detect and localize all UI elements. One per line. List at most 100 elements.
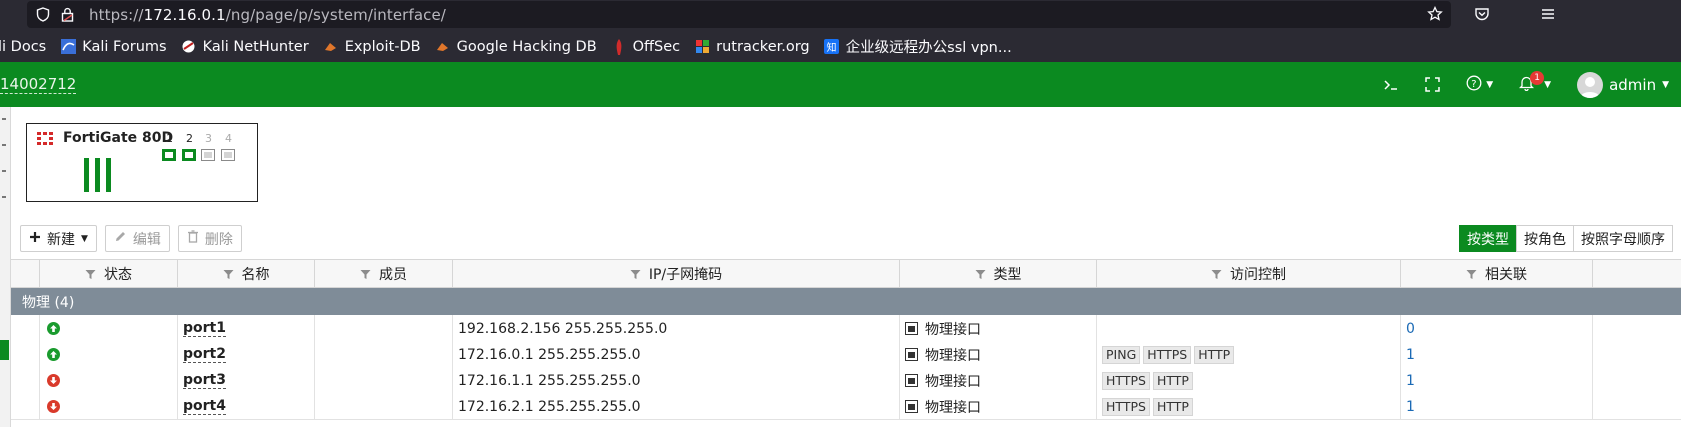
name-cell: port4 (177, 393, 314, 420)
ghdb-icon (435, 39, 451, 55)
svg-text:知: 知 (827, 41, 837, 54)
bookmark-kali-forums[interactable]: Kali Forums (60, 39, 167, 55)
port2-icon[interactable] (182, 149, 196, 161)
left-nav-collapsed[interactable] (0, 107, 11, 427)
status-cell (39, 341, 177, 368)
username: admin (1609, 75, 1657, 94)
table-row[interactable]: port3 172.16.1.1 255.255.255.0 物理接口 HTTPS HT… (11, 367, 1681, 394)
filter-icon[interactable] (630, 268, 641, 279)
delete-button[interactable]: 删除 (177, 225, 242, 252)
column-header-members[interactable]: 成员 (314, 260, 452, 287)
cli-console-icon[interactable] (1383, 78, 1399, 92)
url-bar[interactable]: https://172.16.0.1/ng/page/p/system/inte… (27, 1, 1451, 28)
filler-cell (1592, 393, 1681, 420)
notifications-button[interactable]: 1 ▼ (1519, 70, 1551, 95)
column-header-type[interactable]: 类型 (899, 260, 1096, 287)
column-header-access[interactable]: 访问控制 (1096, 260, 1400, 287)
url-text[interactable]: https://172.16.0.1/ng/page/p/system/inte… (89, 6, 446, 24)
view-by-type-button[interactable]: 按类型 (1459, 225, 1517, 252)
references-link[interactable]: 1 (1406, 347, 1415, 363)
bookmark-kali-nethunter[interactable]: Kali NetHunter (181, 39, 309, 55)
notification-badge: 1 (1530, 70, 1545, 85)
view-alphabetical-button[interactable]: 按照字母顺序 (1573, 225, 1673, 252)
bookmark-google-hacking-db[interactable]: Google Hacking DB (435, 39, 597, 55)
members-cell (314, 341, 452, 368)
access-tag: HTTPS (1143, 345, 1192, 364)
bookmark-ssl-vpn[interactable]: 知 企业级远程办公ssl vpn... (824, 36, 1012, 57)
left-nav-active-item[interactable] (0, 340, 9, 360)
column-header-name[interactable]: 名称 (177, 260, 314, 287)
pocket-icon[interactable] (1474, 6, 1490, 26)
column-header-status[interactable]: 状态 (39, 260, 177, 287)
interface-name-link[interactable]: port2 (183, 346, 226, 363)
arrow-down-icon (47, 374, 60, 387)
filter-icon[interactable] (975, 268, 986, 279)
fullscreen-icon[interactable] (1425, 77, 1440, 92)
edit-button[interactable]: 编辑 (104, 225, 170, 252)
interface-name-link[interactable]: port4 (183, 398, 226, 415)
help-icon: ? (1466, 75, 1482, 95)
status-cell (39, 367, 177, 394)
select-column-header[interactable] (11, 260, 39, 287)
interface-name-link[interactable]: port3 (183, 372, 226, 389)
bookmark-kali-docs[interactable]: li Docs (0, 39, 46, 55)
group-row-physical[interactable]: 物理 (4) (11, 288, 1681, 315)
bookmark-rutracker[interactable]: rutracker.org (694, 39, 810, 55)
trash-icon (187, 230, 199, 247)
port4-icon[interactable] (221, 149, 235, 161)
column-header-ip-netmask[interactable]: IP/子网掩码 (452, 260, 899, 287)
user-menu[interactable]: admin ▼ (1577, 71, 1669, 98)
offsec-icon (611, 38, 627, 55)
new-button[interactable]: 新建 ▼ (20, 225, 97, 252)
type-label: 物理接口 (925, 321, 981, 338)
references-link[interactable]: 0 (1406, 321, 1415, 337)
references-cell: 0 (1400, 315, 1592, 342)
port-number: 1 (166, 132, 173, 145)
fortinet-logo-icon (37, 132, 53, 149)
filter-icon[interactable] (85, 268, 96, 279)
help-menu[interactable]: ? ▼ (1466, 75, 1493, 95)
table-row[interactable]: port1 192.168.2.156 255.255.255.0 物理接口 0 (11, 315, 1681, 342)
device-serial[interactable]: 14002712 (0, 75, 77, 94)
members-cell (314, 393, 452, 420)
type-label: 物理接口 (925, 373, 981, 390)
device-faceplate: FortiGate 80D 1 2 3 4 (26, 123, 258, 202)
name-cell: port2 (177, 341, 314, 368)
filter-icon[interactable] (223, 268, 234, 279)
browser-toolbar: https://172.16.0.1/ng/page/p/system/inte… (0, 0, 1681, 31)
references-link[interactable]: 1 (1406, 399, 1415, 415)
view-by-role-button[interactable]: 按角色 (1516, 225, 1574, 252)
name-cell: port1 (177, 315, 314, 342)
svg-text:?: ? (1471, 78, 1476, 89)
bookmark-star-icon[interactable] (1427, 5, 1443, 26)
references-link[interactable]: 1 (1406, 373, 1415, 389)
exploitdb-icon (323, 39, 339, 55)
references-cell: 1 (1400, 367, 1592, 394)
device-model: FortiGate 80D (63, 130, 174, 146)
filter-icon[interactable] (1211, 268, 1222, 279)
fortigate-header: 14002712 ? ▼ 1 ▼ admin ▼ (0, 62, 1681, 107)
lock-icon[interactable] (59, 7, 75, 23)
filter-icon[interactable] (360, 268, 371, 279)
physical-interface-icon (905, 348, 918, 361)
column-header-references[interactable]: 相关联 (1400, 260, 1592, 287)
access-tag: HTTP (1152, 371, 1193, 390)
interface-name-link[interactable]: port1 (183, 320, 226, 337)
bookmark-exploit-db[interactable]: Exploit-DB (323, 39, 421, 55)
bookmark-offsec[interactable]: OffSec (611, 38, 680, 55)
menu-icon[interactable] (1540, 6, 1556, 26)
bookmarks-bar: li Docs Kali Forums Kali NetHunter Explo… (0, 31, 1681, 62)
shield-icon[interactable] (35, 7, 51, 23)
zhihu-icon: 知 (824, 39, 840, 55)
table-row[interactable]: port2 172.16.0.1 255.255.255.0 物理接口 PING HTT… (11, 341, 1681, 368)
status-cell (39, 315, 177, 342)
ip-netmask-cell: 172.16.2.1 255.255.255.0 (452, 393, 899, 420)
ip-netmask-cell: 172.16.1.1 255.255.255.0 (452, 367, 899, 394)
interface-toolbar: 新建 ▼ 编辑 删除 (20, 225, 242, 252)
references-cell: 1 (1400, 393, 1592, 420)
port1-icon[interactable] (162, 149, 176, 161)
port-number: 2 (186, 132, 193, 145)
port3-icon[interactable] (201, 149, 215, 161)
table-row[interactable]: port4 172.16.2.1 255.255.255.0 物理接口 HTTPS HT… (11, 393, 1681, 420)
filter-icon[interactable] (1466, 268, 1477, 279)
